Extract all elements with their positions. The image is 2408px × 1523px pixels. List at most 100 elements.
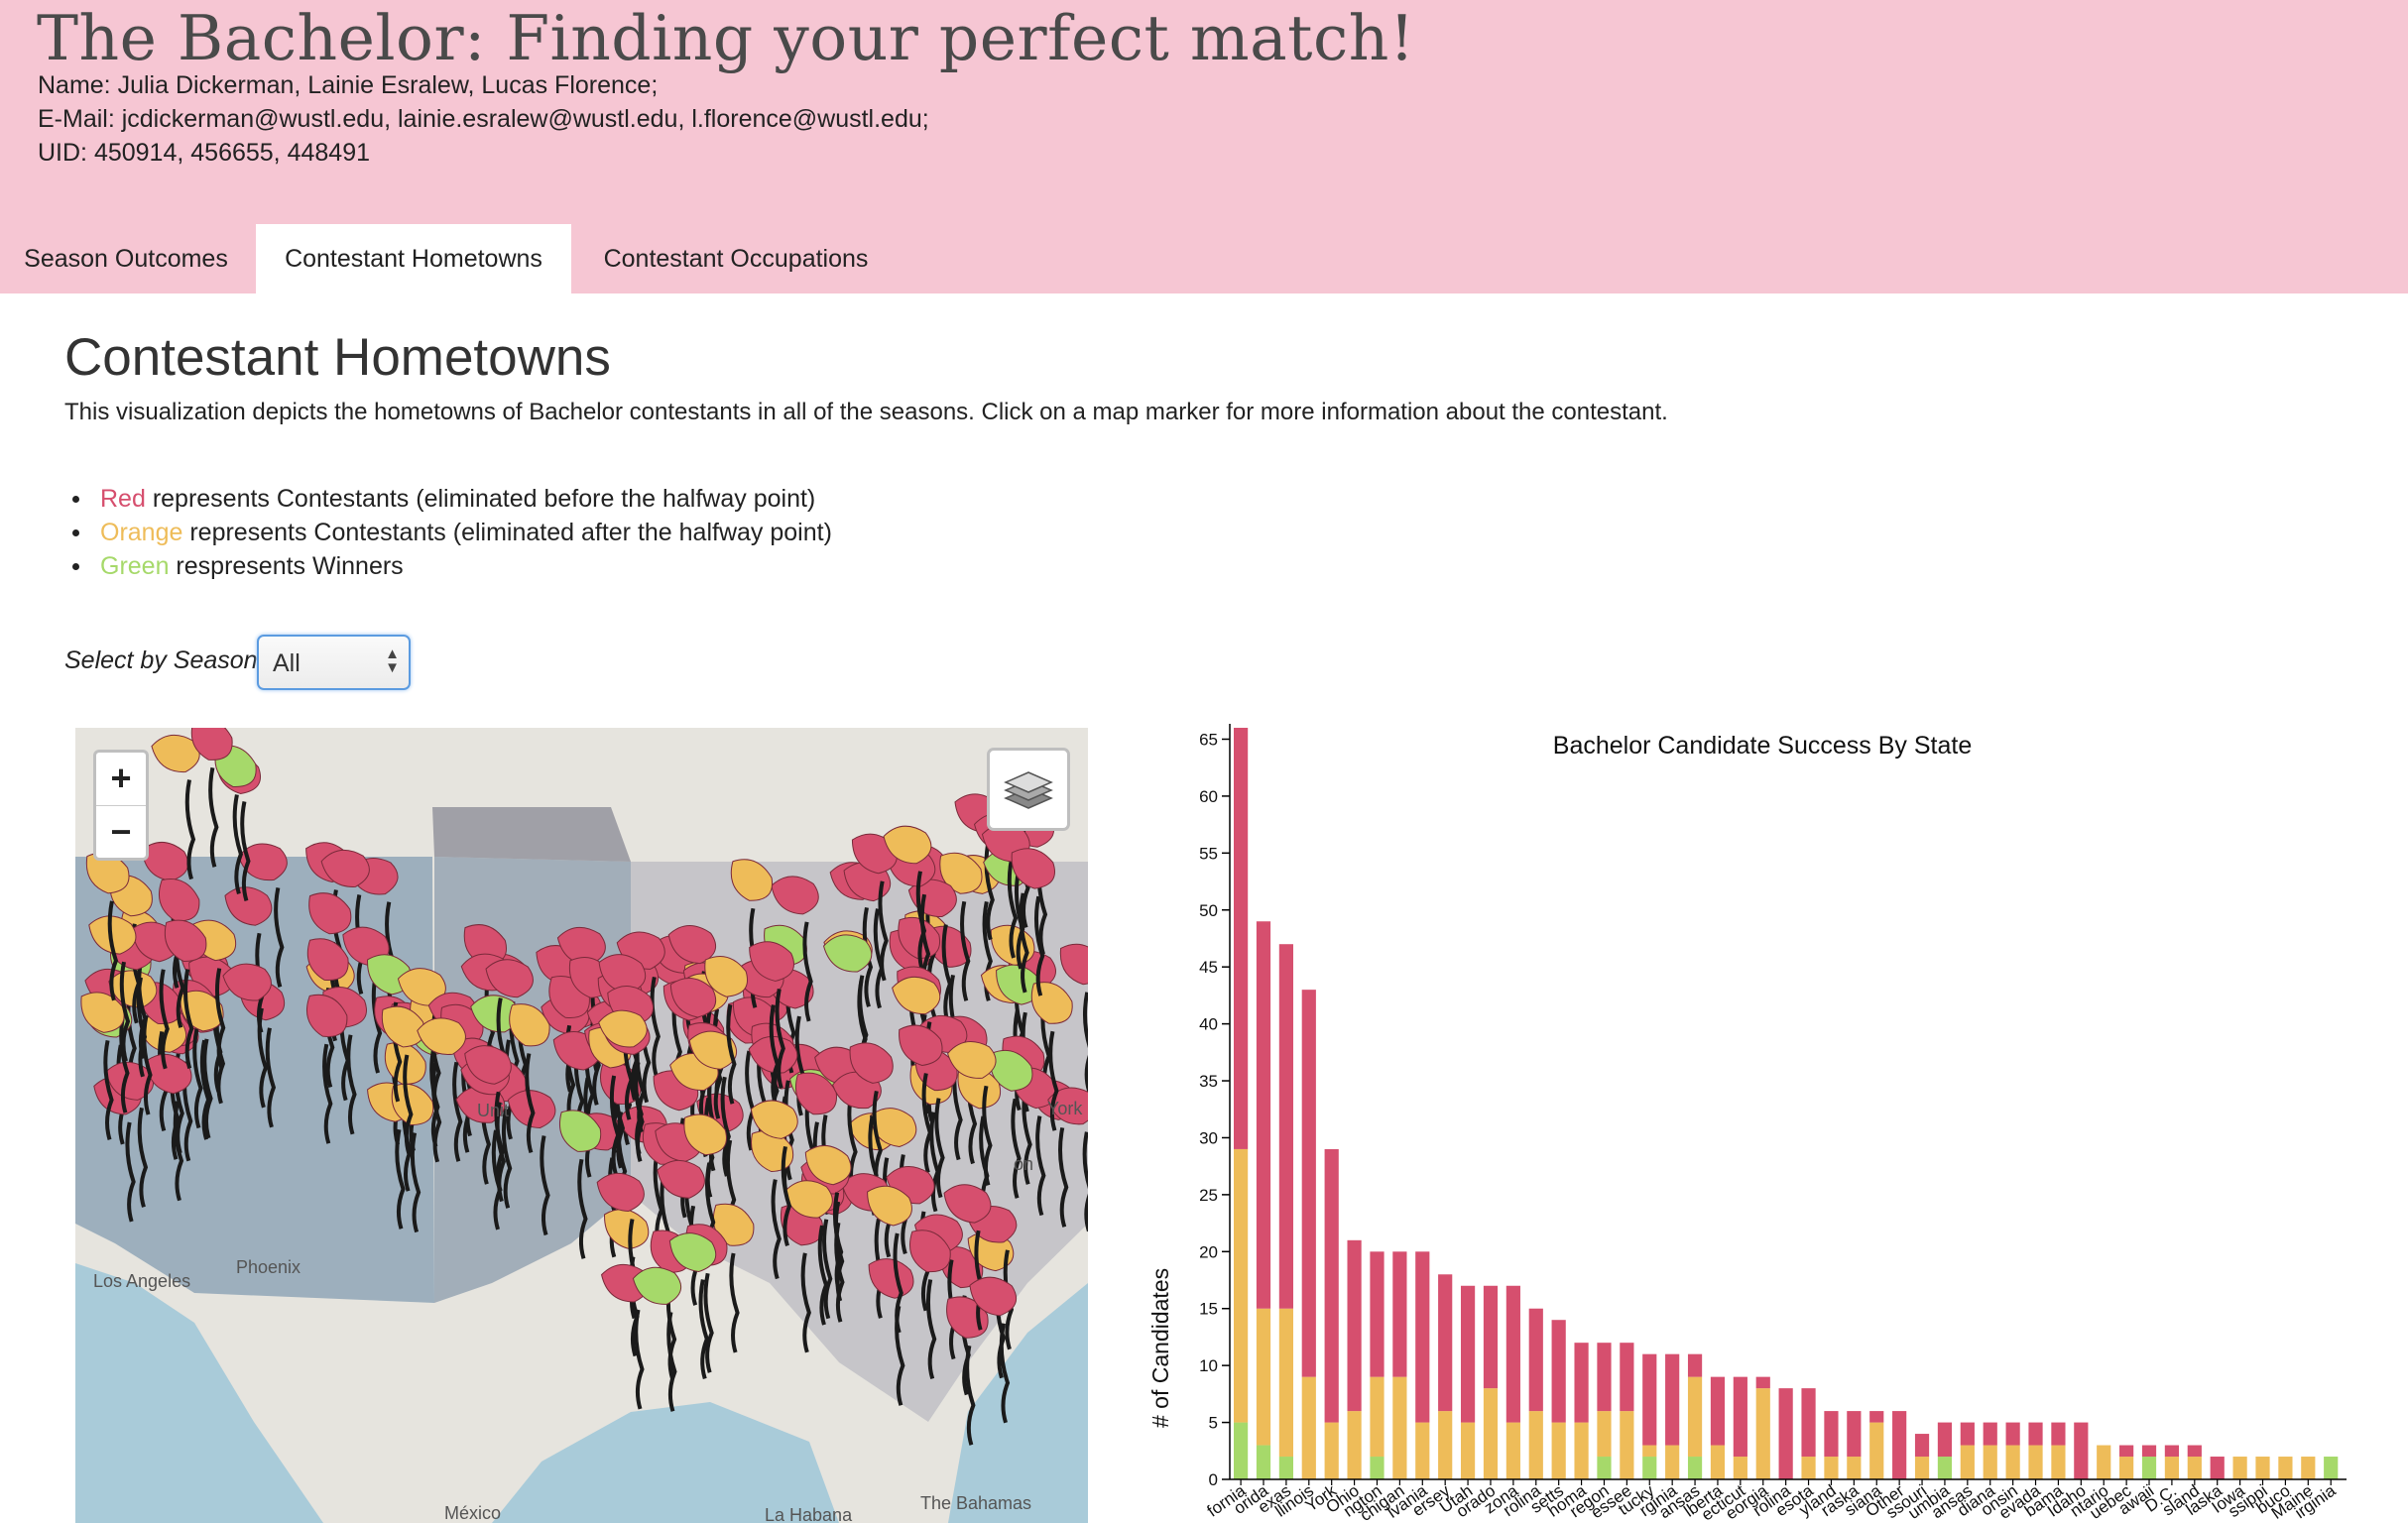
legend-item-green: Green respresents Winners: [64, 549, 832, 583]
bar-segment-red: [2187, 1445, 2202, 1458]
bar-segment-red: [1687, 1353, 1703, 1377]
bar-segment-red: [2051, 1422, 2066, 1446]
bar-segment-orange: [1914, 1457, 1930, 1479]
bar-segment-orange: [2051, 1445, 2066, 1479]
bar-segment-red: [2028, 1422, 2043, 1446]
bar-segment-winners: [1256, 1445, 1271, 1479]
bar-segment-red: [1415, 1251, 1430, 1423]
bar-segment-winners: [1234, 1422, 1249, 1479]
bar-segment-red: [1642, 1353, 1657, 1446]
y-tick-label: 10: [1199, 1356, 1218, 1375]
bar-segment-red: [1755, 1376, 1770, 1389]
bar-segment-red: [2074, 1422, 2089, 1479]
season-select-label: Select by Season:: [64, 646, 265, 674]
layers-icon: [1004, 771, 1053, 809]
zoom-out-button[interactable]: −: [96, 806, 146, 859]
bar-segment-red: [1801, 1388, 1816, 1458]
map-label-mexico: México: [444, 1503, 502, 1523]
chart-y-axis-label: # of Candidates: [1147, 1268, 1173, 1428]
site-title: The Bachelor: Finding your perfect match…: [37, 2, 1415, 74]
author-names: Name: Julia Dickerman, Lainie Esralew, L…: [38, 71, 659, 99]
bar-segment-orange: [1460, 1422, 1476, 1479]
zoom-control: + −: [93, 750, 149, 861]
page-title: Contestant Hometowns: [64, 328, 611, 387]
bar-segment-red: [1733, 1376, 1747, 1458]
bar-segment-red: [1937, 1422, 1953, 1458]
bar-segment-red: [2210, 1457, 2225, 1479]
y-tick-label: 25: [1199, 1186, 1218, 1205]
bar-segment-orange: [1370, 1376, 1385, 1458]
map-canvas[interactable]: [75, 728, 1088, 1523]
tab-contestant-occupations[interactable]: Contestant Occupations: [577, 224, 895, 293]
bar-segment-winners: [1687, 1457, 1703, 1479]
map-label-habana: La Habana: [765, 1505, 853, 1523]
hometown-map[interactable]: + − Unit York on Los Angeles Phoenix Méx…: [75, 728, 1088, 1523]
layers-button[interactable]: [987, 748, 1070, 831]
y-tick-label: 15: [1199, 1300, 1218, 1319]
tab-contestant-hometowns[interactable]: Contestant Hometowns: [256, 224, 571, 293]
y-tick-label: 5: [1209, 1414, 1218, 1433]
bar-segment-red: [2164, 1445, 2180, 1458]
zoom-in-button[interactable]: +: [96, 753, 146, 805]
bar-segment-orange: [1983, 1445, 1997, 1479]
bar-segment-orange: [2005, 1445, 2020, 1479]
bar-segment-orange: [1755, 1388, 1770, 1479]
tab-bar: Season Outcomes Contestant Hometowns Con…: [0, 224, 2408, 293]
bar-segment-orange: [2278, 1457, 2293, 1479]
bar-segment-red: [1620, 1343, 1634, 1412]
bar-segment-orange: [1256, 1308, 1271, 1446]
bar-segment-orange: [1620, 1411, 1634, 1479]
legend-item-orange: Orange represents Contestants (eliminate…: [64, 516, 832, 549]
bar-segment-red: [1278, 944, 1293, 1309]
bar-segment-orange: [1324, 1422, 1339, 1479]
bar-segment-red: [1551, 1320, 1566, 1423]
map-label-bahamas: The Bahamas: [920, 1493, 1032, 1513]
bar-segment-red: [1869, 1411, 1884, 1423]
bar-segment-orange: [2028, 1445, 2043, 1479]
bar-segment-orange: [1710, 1445, 1726, 1479]
chart-bars: [1234, 728, 2339, 1479]
bar-segment-red: [1234, 728, 1249, 1149]
bar-segment-orange: [1528, 1411, 1543, 1479]
bar-segment-red: [1892, 1411, 1907, 1479]
y-tick-label: 55: [1199, 844, 1218, 863]
bar-segment-orange: [2097, 1445, 2111, 1479]
bar-segment-red: [1505, 1285, 1520, 1423]
state-success-chart: Bachelor Candidate Success By State # of…: [1147, 724, 2347, 1523]
bar-segment-orange: [1960, 1445, 1975, 1479]
color-legend: Red represents Contestants (eliminated b…: [64, 482, 832, 583]
bar-segment-red: [1597, 1343, 1612, 1412]
bar-segment-orange: [1234, 1148, 1249, 1423]
legend-color-word-green: Green: [100, 552, 170, 580]
map-label-on: on: [1014, 1154, 1034, 1174]
bar-segment-orange: [1597, 1411, 1612, 1458]
y-tick-label: 65: [1199, 730, 1218, 749]
tab-season-outcomes[interactable]: Season Outcomes: [0, 224, 252, 293]
bar-segment-orange: [1824, 1457, 1839, 1479]
chart-title: Bachelor Candidate Success By State: [1553, 732, 1972, 760]
bar-segment-orange: [1505, 1422, 1520, 1479]
y-tick-label: 20: [1199, 1242, 1218, 1261]
bar-segment-orange: [1347, 1411, 1362, 1479]
bar-segment-orange: [1551, 1422, 1566, 1479]
bar-segment-winners: [1642, 1457, 1657, 1479]
y-tick-label: 35: [1199, 1072, 1218, 1091]
select-arrows-icon: ▲ ▼: [385, 645, 400, 676]
bar-segment-red: [1460, 1285, 1476, 1423]
y-tick-label: 0: [1209, 1470, 1218, 1489]
bar-segment-red: [1528, 1308, 1543, 1412]
season-select[interactable]: All ▲ ▼: [257, 635, 411, 690]
header: The Bachelor: Finding your perfect match…: [0, 0, 2408, 293]
y-axis: 0 5 10 15 20 25 30 35 40 45 50 55 60 65: [1199, 724, 1231, 1489]
bar-segment-red: [1256, 921, 1271, 1309]
y-tick-label: 50: [1199, 901, 1218, 920]
bar-segment-orange: [1733, 1457, 1747, 1479]
page-description: This visualization depicts the hometowns…: [64, 399, 1668, 425]
map-label-phoenix: Phoenix: [236, 1257, 301, 1277]
bar-segment-orange: [2187, 1457, 2202, 1479]
bar-segment-red: [1392, 1251, 1407, 1377]
bar-segment-orange: [1869, 1422, 1884, 1479]
bar-segment-orange: [2119, 1457, 2134, 1479]
bar-segment-orange: [1278, 1308, 1293, 1458]
author-emails: E-Mail: jcdickerman@wustl.edu, lainie.es…: [38, 105, 929, 133]
